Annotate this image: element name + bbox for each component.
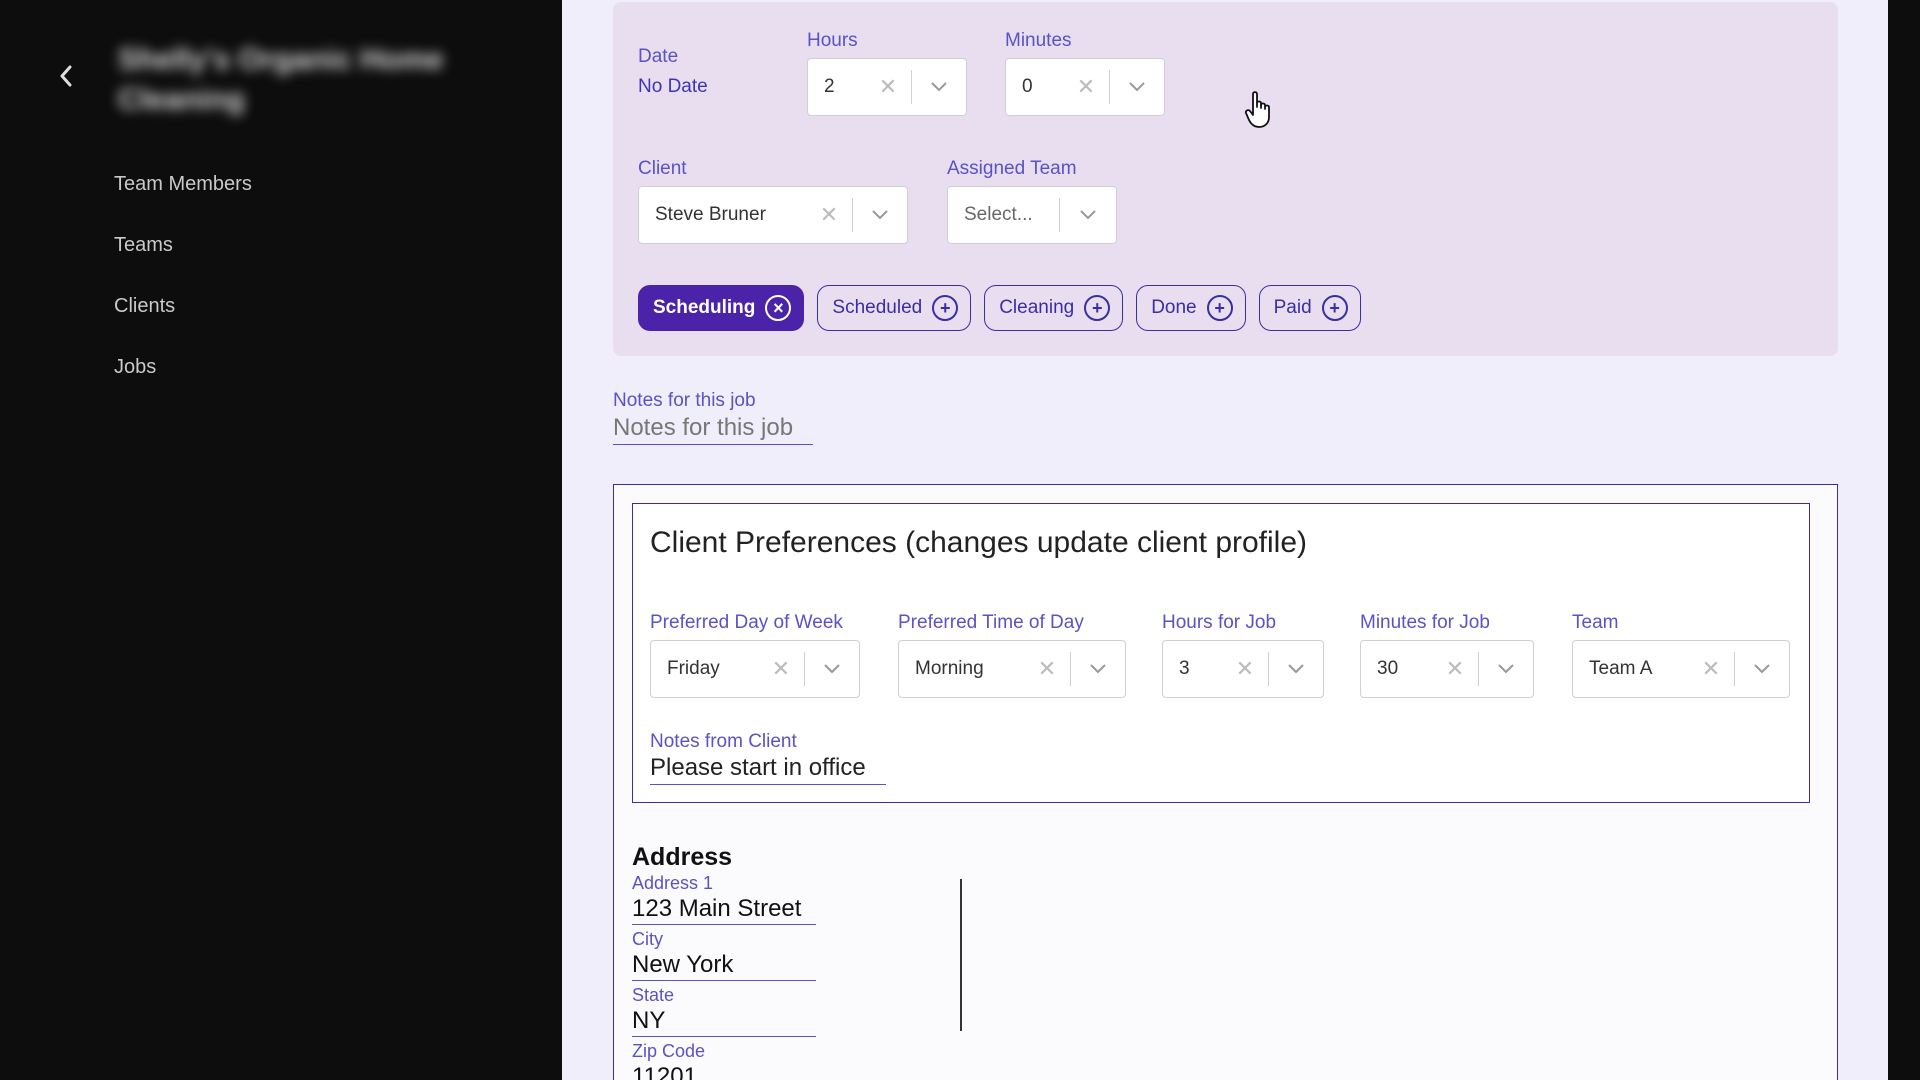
client-label: Client bbox=[638, 158, 687, 179]
plus-circle-icon[interactable]: + bbox=[1321, 295, 1348, 321]
minutes-for-job-value: 30 bbox=[1377, 658, 1399, 679]
back-button[interactable] bbox=[54, 62, 78, 90]
date-field: Date No Date bbox=[638, 46, 708, 98]
plus-circle-icon[interactable]: + bbox=[932, 295, 959, 321]
status-chip-scheduling[interactable]: Scheduling × bbox=[638, 285, 805, 331]
x-icon[interactable]: ✕ bbox=[1432, 656, 1478, 682]
chevron-down-icon[interactable] bbox=[805, 663, 859, 675]
status-chip-done[interactable]: Done + bbox=[1136, 285, 1246, 331]
sidebar-item-clients[interactable]: Clients bbox=[114, 290, 252, 351]
address1-input[interactable] bbox=[632, 895, 816, 925]
sidebar-item-teams[interactable]: Teams bbox=[114, 229, 252, 290]
minutes-select[interactable]: 0 ✕ bbox=[1005, 58, 1165, 116]
chip-label: Paid bbox=[1273, 297, 1312, 318]
org-name: Shelly's Organic Home Cleaning bbox=[118, 43, 444, 116]
team-pref-select[interactable]: Team A ✕ bbox=[1572, 640, 1790, 698]
hours-select[interactable]: 2 ✕ bbox=[807, 58, 967, 116]
team-pref-value: Team A bbox=[1589, 658, 1653, 679]
hours-for-job-label: Hours for Job bbox=[1162, 612, 1277, 633]
assigned-team-placeholder: Select... bbox=[964, 204, 1033, 225]
assigned-team-label: Assigned Team bbox=[947, 158, 1077, 179]
x-icon[interactable]: ✕ bbox=[1222, 656, 1268, 682]
preferred-time-value: Morning bbox=[915, 658, 984, 679]
x-circle-icon[interactable]: × bbox=[765, 295, 792, 321]
job-card: Date No Date Hours 2 ✕ Minutes 0 ✕ Clien… bbox=[613, 2, 1838, 356]
state-input[interactable] bbox=[632, 1007, 816, 1037]
x-icon[interactable]: ✕ bbox=[1063, 74, 1109, 100]
date-picker-link[interactable]: No Date bbox=[638, 76, 708, 98]
preferred-day-select[interactable]: Friday ✕ bbox=[650, 640, 860, 698]
city-input[interactable] bbox=[632, 951, 816, 981]
status-chips: Scheduling × Scheduled + Cleaning + Done… bbox=[638, 285, 1361, 331]
zip-label: Zip Code bbox=[632, 1041, 706, 1061]
status-chip-scheduled[interactable]: Scheduled + bbox=[817, 285, 972, 331]
plus-circle-icon[interactable]: + bbox=[1084, 295, 1111, 321]
preferred-day-label: Preferred Day of Week bbox=[650, 612, 843, 633]
chevron-down-icon[interactable] bbox=[1735, 663, 1789, 675]
chevron-down-icon[interactable] bbox=[1060, 209, 1116, 221]
minutes-for-job-select[interactable]: 30 ✕ bbox=[1360, 640, 1534, 698]
city-label: City bbox=[632, 929, 663, 949]
chip-label: Done bbox=[1151, 297, 1197, 318]
preferred-day-value: Friday bbox=[667, 658, 720, 679]
chevron-down-icon[interactable] bbox=[1110, 81, 1164, 93]
client-details-panel: Client Preferences (changes update clien… bbox=[613, 484, 1838, 1080]
client-preferences-box: Client Preferences (changes update clien… bbox=[632, 503, 1810, 803]
sidebar-nav: Team Members Teams Clients Jobs bbox=[114, 168, 252, 412]
client-value: Steve Bruner bbox=[655, 204, 766, 225]
sidebar: Shelly's Organic Home Cleaning Team Memb… bbox=[0, 0, 562, 1080]
address-divider bbox=[960, 879, 962, 1031]
status-chip-paid[interactable]: Paid + bbox=[1258, 285, 1361, 331]
assigned-team-select[interactable]: Select... bbox=[947, 186, 1117, 244]
hours-label: Hours bbox=[807, 30, 858, 51]
preferred-time-label: Preferred Time of Day bbox=[898, 612, 1084, 633]
zip-input[interactable] bbox=[632, 1063, 816, 1080]
hand-cursor-icon bbox=[1244, 91, 1270, 128]
x-icon[interactable]: ✕ bbox=[1688, 656, 1734, 682]
minutes-label: Minutes bbox=[1005, 30, 1072, 51]
job-notes-input[interactable] bbox=[613, 414, 813, 445]
client-select[interactable]: Steve Bruner ✕ bbox=[638, 186, 908, 244]
x-icon[interactable]: ✕ bbox=[865, 74, 911, 100]
sidebar-item-jobs[interactable]: Jobs bbox=[114, 351, 252, 412]
hours-for-job-select[interactable]: 3 ✕ bbox=[1162, 640, 1324, 698]
preferences-title: Client Preferences (changes update clien… bbox=[650, 526, 1308, 559]
client-notes-input[interactable] bbox=[650, 754, 886, 785]
chevron-down-icon[interactable] bbox=[853, 209, 907, 221]
address-title: Address bbox=[632, 843, 733, 871]
date-label: Date bbox=[638, 46, 679, 67]
status-chip-cleaning[interactable]: Cleaning + bbox=[984, 285, 1124, 331]
minutes-value: 0 bbox=[1022, 76, 1033, 97]
state-label: State bbox=[632, 985, 675, 1005]
chevron-left-icon bbox=[60, 65, 72, 87]
chip-label: Cleaning bbox=[999, 297, 1075, 318]
plus-circle-icon[interactable]: + bbox=[1206, 295, 1233, 321]
chevron-down-icon[interactable] bbox=[1479, 663, 1533, 675]
preferred-time-select[interactable]: Morning ✕ bbox=[898, 640, 1126, 698]
sidebar-item-team-members[interactable]: Team Members bbox=[114, 168, 252, 229]
hours-value: 2 bbox=[824, 76, 835, 97]
hours-for-job-value: 3 bbox=[1179, 658, 1190, 679]
window-edge bbox=[1888, 0, 1920, 1080]
minutes-for-job-label: Minutes for Job bbox=[1360, 612, 1490, 633]
main-panel: Date No Date Hours 2 ✕ Minutes 0 ✕ Clien… bbox=[562, 0, 1888, 1080]
x-icon[interactable]: ✕ bbox=[806, 202, 852, 228]
chevron-down-icon[interactable] bbox=[1269, 663, 1323, 675]
chip-label: Scheduled bbox=[832, 297, 923, 318]
job-notes-label: Notes for this job bbox=[613, 390, 756, 411]
client-notes-label: Notes from Client bbox=[650, 731, 797, 752]
team-pref-label: Team bbox=[1572, 612, 1619, 633]
chip-label: Scheduling bbox=[653, 297, 756, 318]
address1-label: Address 1 bbox=[632, 873, 714, 893]
chevron-down-icon[interactable] bbox=[1071, 663, 1125, 675]
x-icon[interactable]: ✕ bbox=[758, 656, 804, 682]
chevron-down-icon[interactable] bbox=[912, 81, 966, 93]
x-icon[interactable]: ✕ bbox=[1024, 656, 1070, 682]
